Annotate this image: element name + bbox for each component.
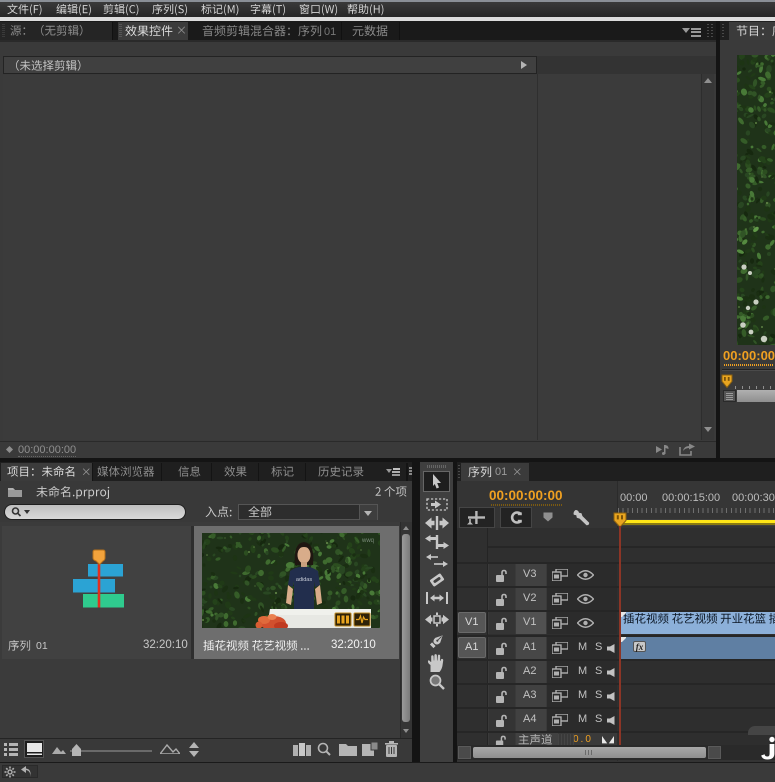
svg-text:wwq: wwq (361, 538, 374, 544)
svg-text:adidas: adidas (296, 577, 312, 583)
